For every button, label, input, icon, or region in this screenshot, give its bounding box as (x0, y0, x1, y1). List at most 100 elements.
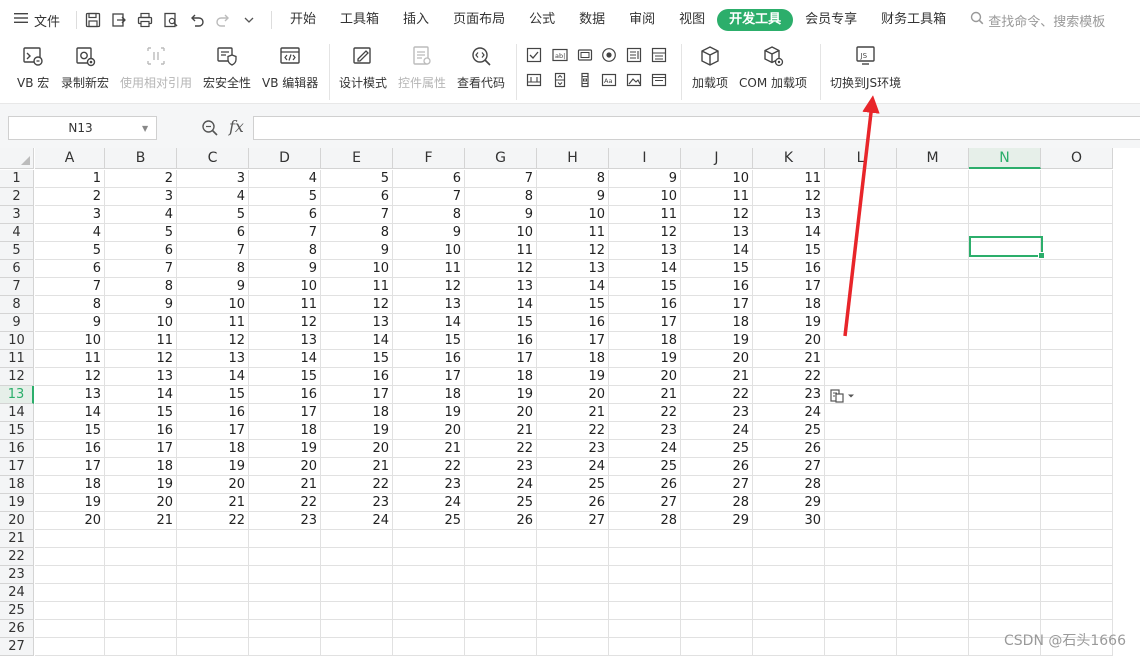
cell[interactable]: 23 (321, 494, 393, 512)
view-code-button[interactable]: 查看代码 (457, 42, 505, 91)
cell[interactable] (897, 296, 969, 314)
cell[interactable]: 11 (105, 332, 177, 350)
cell[interactable]: 26 (753, 440, 825, 458)
cell[interactable]: 14 (35, 404, 105, 422)
cell[interactable] (825, 350, 897, 368)
formula-input[interactable] (253, 116, 1140, 140)
cell[interactable] (35, 602, 105, 620)
cell[interactable] (897, 224, 969, 242)
cell[interactable]: 8 (177, 260, 249, 278)
cell[interactable]: 30 (753, 512, 825, 530)
cell[interactable]: 16 (393, 350, 465, 368)
spinner-control-icon[interactable] (551, 71, 569, 89)
cell[interactable]: 16 (609, 296, 681, 314)
cell[interactable]: 4 (249, 170, 321, 188)
cell[interactable]: 11 (35, 350, 105, 368)
cell[interactable]: 8 (393, 206, 465, 224)
cell[interactable]: 11 (249, 296, 321, 314)
row-header[interactable]: 10 (0, 332, 34, 350)
cell[interactable]: 16 (249, 386, 321, 404)
cell[interactable] (249, 602, 321, 620)
cell[interactable] (1041, 314, 1113, 332)
cell[interactable] (609, 530, 681, 548)
cell[interactable] (969, 440, 1041, 458)
cell[interactable] (897, 530, 969, 548)
cell[interactable]: 18 (393, 386, 465, 404)
cell[interactable] (609, 584, 681, 602)
cell[interactable] (465, 566, 537, 584)
cell[interactable]: 10 (249, 278, 321, 296)
row-header[interactable]: 9 (0, 314, 34, 332)
cell[interactable]: 15 (177, 386, 249, 404)
cell[interactable]: 27 (681, 476, 753, 494)
macro-security-button[interactable]: 宏安全性 (203, 42, 251, 91)
cell[interactable]: 17 (105, 440, 177, 458)
cell[interactable] (753, 638, 825, 656)
cell[interactable]: 21 (753, 350, 825, 368)
cell[interactable] (825, 512, 897, 530)
vb-macro-button[interactable]: VB 宏 (17, 42, 49, 91)
cell[interactable] (825, 314, 897, 332)
cell[interactable] (825, 404, 897, 422)
tab-9[interactable]: 会员专享 (793, 9, 869, 31)
cell[interactable]: 21 (177, 494, 249, 512)
cell[interactable]: 7 (393, 188, 465, 206)
cell[interactable]: 21 (249, 476, 321, 494)
relative-reference-button[interactable]: 使用相对引用 (120, 42, 192, 91)
tab-10[interactable]: 财务工具箱 (869, 9, 958, 31)
cell[interactable]: 20 (465, 404, 537, 422)
cell[interactable]: 7 (35, 278, 105, 296)
cell[interactable]: 18 (609, 332, 681, 350)
cell[interactable]: 28 (753, 476, 825, 494)
cell[interactable] (897, 368, 969, 386)
cell[interactable]: 20 (537, 386, 609, 404)
cell[interactable]: 15 (753, 242, 825, 260)
cell[interactable]: 28 (681, 494, 753, 512)
cell[interactable]: 23 (249, 512, 321, 530)
cell[interactable]: 14 (609, 260, 681, 278)
cell[interactable]: 19 (249, 440, 321, 458)
cell[interactable] (249, 566, 321, 584)
print-icon[interactable] (135, 10, 155, 30)
cell[interactable]: 4 (105, 206, 177, 224)
cell[interactable]: 22 (681, 386, 753, 404)
cell[interactable]: 9 (177, 278, 249, 296)
cell[interactable] (897, 314, 969, 332)
checkbox-control-icon[interactable] (525, 46, 543, 64)
cell[interactable] (1041, 188, 1113, 206)
active-cell-selection[interactable] (969, 236, 1045, 259)
cell[interactable] (105, 620, 177, 638)
groupbox-control-icon[interactable]: Aa (600, 71, 618, 89)
column-header[interactable]: I (609, 148, 681, 169)
cell[interactable] (825, 332, 897, 350)
switch-js-button[interactable]: JS 切换到JS环境 (830, 42, 901, 91)
cell[interactable]: 11 (465, 242, 537, 260)
cell[interactable]: 24 (393, 494, 465, 512)
cell[interactable]: 15 (465, 314, 537, 332)
cell[interactable]: 10 (105, 314, 177, 332)
cell[interactable]: 12 (177, 332, 249, 350)
cell[interactable]: 13 (465, 278, 537, 296)
cell[interactable] (825, 368, 897, 386)
cell[interactable] (897, 566, 969, 584)
cell[interactable] (969, 548, 1041, 566)
cell[interactable]: 11 (681, 188, 753, 206)
cell[interactable] (969, 206, 1041, 224)
cell[interactable]: 15 (105, 404, 177, 422)
cell[interactable]: 14 (177, 368, 249, 386)
cell[interactable] (753, 620, 825, 638)
cell[interactable]: 11 (321, 278, 393, 296)
cell[interactable] (825, 548, 897, 566)
cell[interactable]: 5 (249, 188, 321, 206)
cell[interactable] (897, 620, 969, 638)
cell[interactable]: 7 (465, 170, 537, 188)
cell[interactable]: 16 (321, 368, 393, 386)
cell[interactable] (1041, 476, 1113, 494)
cell[interactable]: 18 (105, 458, 177, 476)
cell[interactable] (393, 584, 465, 602)
name-box[interactable]: N13 ▼ (8, 116, 157, 140)
cell[interactable] (1041, 512, 1113, 530)
cell[interactable] (465, 530, 537, 548)
cell[interactable]: 13 (105, 368, 177, 386)
cell[interactable]: 17 (537, 332, 609, 350)
